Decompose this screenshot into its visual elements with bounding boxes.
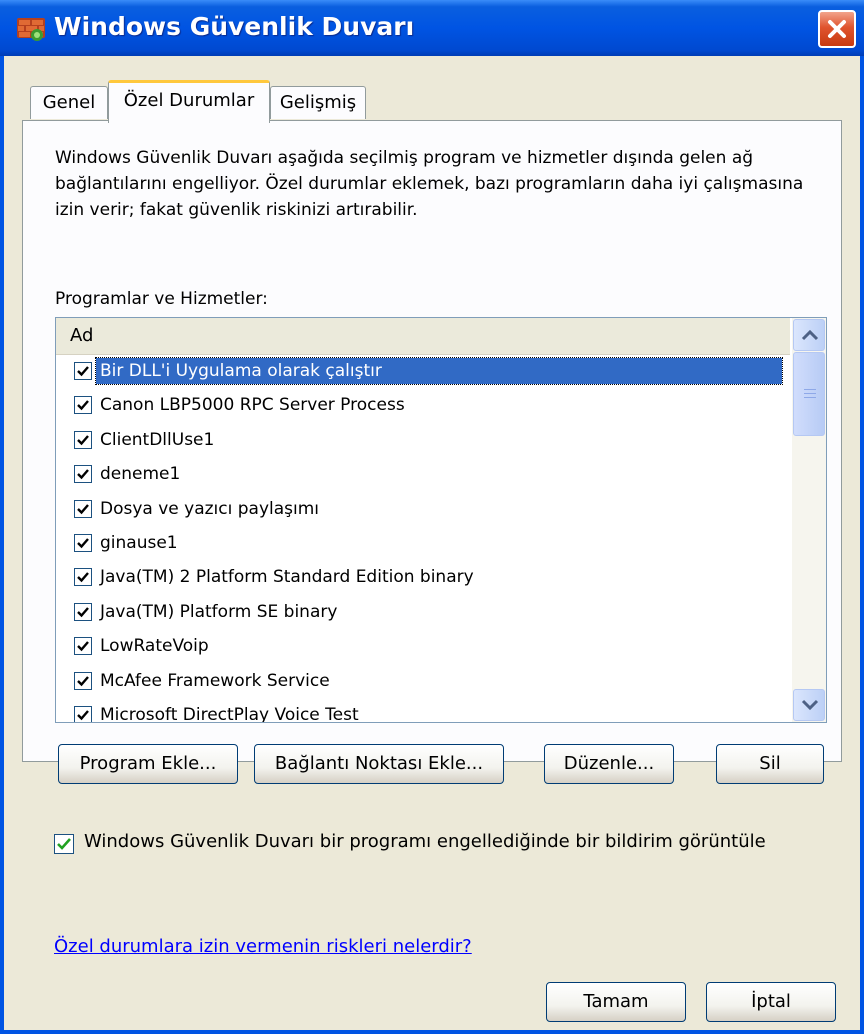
scroll-down-button[interactable] xyxy=(793,689,825,721)
checkmark-icon xyxy=(77,641,89,652)
checkmark-icon xyxy=(77,538,89,549)
tab-ozel-durumlar[interactable]: Özel Durumlar xyxy=(108,80,270,123)
list-item[interactable]: McAfee Framework Service xyxy=(56,664,790,698)
grip-line xyxy=(804,389,816,390)
grip-line xyxy=(804,393,816,394)
item-label: Dosya ve yazıcı paylaşımı xyxy=(100,498,320,519)
program-rows: Bir DLL'i Uygulama olarak çalıştır Canon… xyxy=(56,354,790,723)
list-item[interactable]: deneme1 xyxy=(56,457,790,491)
item-label: Java(TM) 2 Platform Standard Edition bin… xyxy=(100,567,474,588)
grip-line xyxy=(804,397,816,398)
description-text: Windows Güvenlik Duvarı aşağıda seçilmiş… xyxy=(55,148,804,220)
dialog-client-area: Genel Özel Durumlar Gelişmiş Windows Güv… xyxy=(4,56,860,1030)
checkmark-icon xyxy=(77,675,89,686)
list-item[interactable]: ClientDllUse1 xyxy=(56,423,790,457)
checkmark-icon xyxy=(77,434,89,446)
item-checkbox[interactable] xyxy=(74,671,92,690)
ok-button[interactable]: Tamam xyxy=(546,982,686,1022)
list-item[interactable]: Dosya ve yazıcı paylaşımı xyxy=(56,492,790,526)
checkmark-icon xyxy=(77,469,89,480)
firewall-dialog-window: Windows Güvenlik Duvarı Genel Özel Durum… xyxy=(0,0,864,1034)
list-item[interactable]: ginause1 xyxy=(56,526,790,560)
item-label: LowRateVoip xyxy=(100,636,209,657)
list-item[interactable]: Bir DLL'i Uygulama olarak çalıştır xyxy=(56,354,790,388)
item-label: deneme1 xyxy=(100,464,181,485)
item-label: ClientDllUse1 xyxy=(100,429,215,450)
scroll-thumb[interactable] xyxy=(793,352,825,436)
item-checkbox[interactable] xyxy=(74,396,92,415)
item-checkbox[interactable] xyxy=(74,430,92,449)
tab-genel[interactable]: Genel xyxy=(30,86,108,119)
firewall-brick-icon xyxy=(17,18,45,41)
checkmark-icon xyxy=(77,606,89,617)
checkmark-icon xyxy=(77,366,89,377)
list-item[interactable]: LowRateVoip xyxy=(56,629,790,663)
item-label: ginause1 xyxy=(100,532,178,553)
programs-list-label: Programlar ve Hizmetler: xyxy=(55,289,268,309)
notify-checkbox[interactable] xyxy=(54,834,74,854)
window-title: Windows Güvenlik Duvarı xyxy=(54,12,415,41)
chevron-up-icon xyxy=(801,329,819,341)
add-port-button[interactable]: Bağlantı Noktası Ekle... xyxy=(254,744,504,784)
list-item[interactable]: Microsoft DirectPlay Voice Test xyxy=(56,698,790,723)
programs-list[interactable]: Ad Bir DLL'i Uygulama olarak çalıştır Ca… xyxy=(55,317,827,723)
edit-button[interactable]: Düzenle... xyxy=(544,744,674,784)
item-checkbox[interactable] xyxy=(74,705,92,722)
delete-button[interactable]: Sil xyxy=(716,744,824,784)
item-label: Microsoft DirectPlay Voice Test xyxy=(100,704,359,723)
checkmark-icon xyxy=(77,400,89,411)
item-checkbox[interactable] xyxy=(74,362,92,380)
checkmark-icon xyxy=(77,503,89,514)
title-bar[interactable]: Windows Güvenlik Duvarı xyxy=(0,0,864,56)
close-icon xyxy=(828,20,846,38)
exceptions-panel: Windows Güvenlik Duvarı aşağıda seçilmiş… xyxy=(22,120,842,762)
checkmark-icon xyxy=(77,572,89,583)
tab-gelismis[interactable]: Gelişmiş xyxy=(270,86,366,119)
column-header-name[interactable]: Ad xyxy=(56,318,790,355)
item-label: McAfee Framework Service xyxy=(100,670,330,691)
item-checkbox[interactable] xyxy=(74,637,92,656)
item-checkbox[interactable] xyxy=(74,499,92,518)
list-item[interactable]: Java(TM) 2 Platform Standard Edition bin… xyxy=(56,560,790,594)
cancel-button[interactable]: İptal xyxy=(706,982,836,1022)
item-checkbox[interactable] xyxy=(74,533,92,552)
item-label: Java(TM) Platform SE binary xyxy=(100,601,338,622)
close-button[interactable] xyxy=(818,10,856,48)
list-item[interactable]: Canon LBP5000 RPC Server Process xyxy=(56,388,790,422)
list-item[interactable]: Java(TM) Platform SE binary xyxy=(56,595,790,629)
add-program-button[interactable]: Program Ekle... xyxy=(58,744,238,784)
item-checkbox[interactable] xyxy=(74,602,92,621)
checkmark-icon xyxy=(57,838,71,850)
item-label: Canon LBP5000 RPC Server Process xyxy=(100,395,405,416)
checkmark-icon xyxy=(77,710,89,721)
chevron-down-icon xyxy=(801,699,819,711)
notify-label[interactable]: Windows Güvenlik Duvarı bir programı eng… xyxy=(84,831,766,852)
item-checkbox[interactable] xyxy=(74,568,92,587)
vertical-scrollbar[interactable] xyxy=(792,318,826,722)
item-checkbox[interactable] xyxy=(74,465,92,484)
scroll-up-button[interactable] xyxy=(793,319,825,351)
exceptions-risk-link[interactable]: Özel durumlara izin vermenin riskleri ne… xyxy=(54,936,472,957)
item-label: Bir DLL'i Uygulama olarak çalıştır xyxy=(95,357,783,385)
column-header-label: Ad xyxy=(70,325,94,346)
